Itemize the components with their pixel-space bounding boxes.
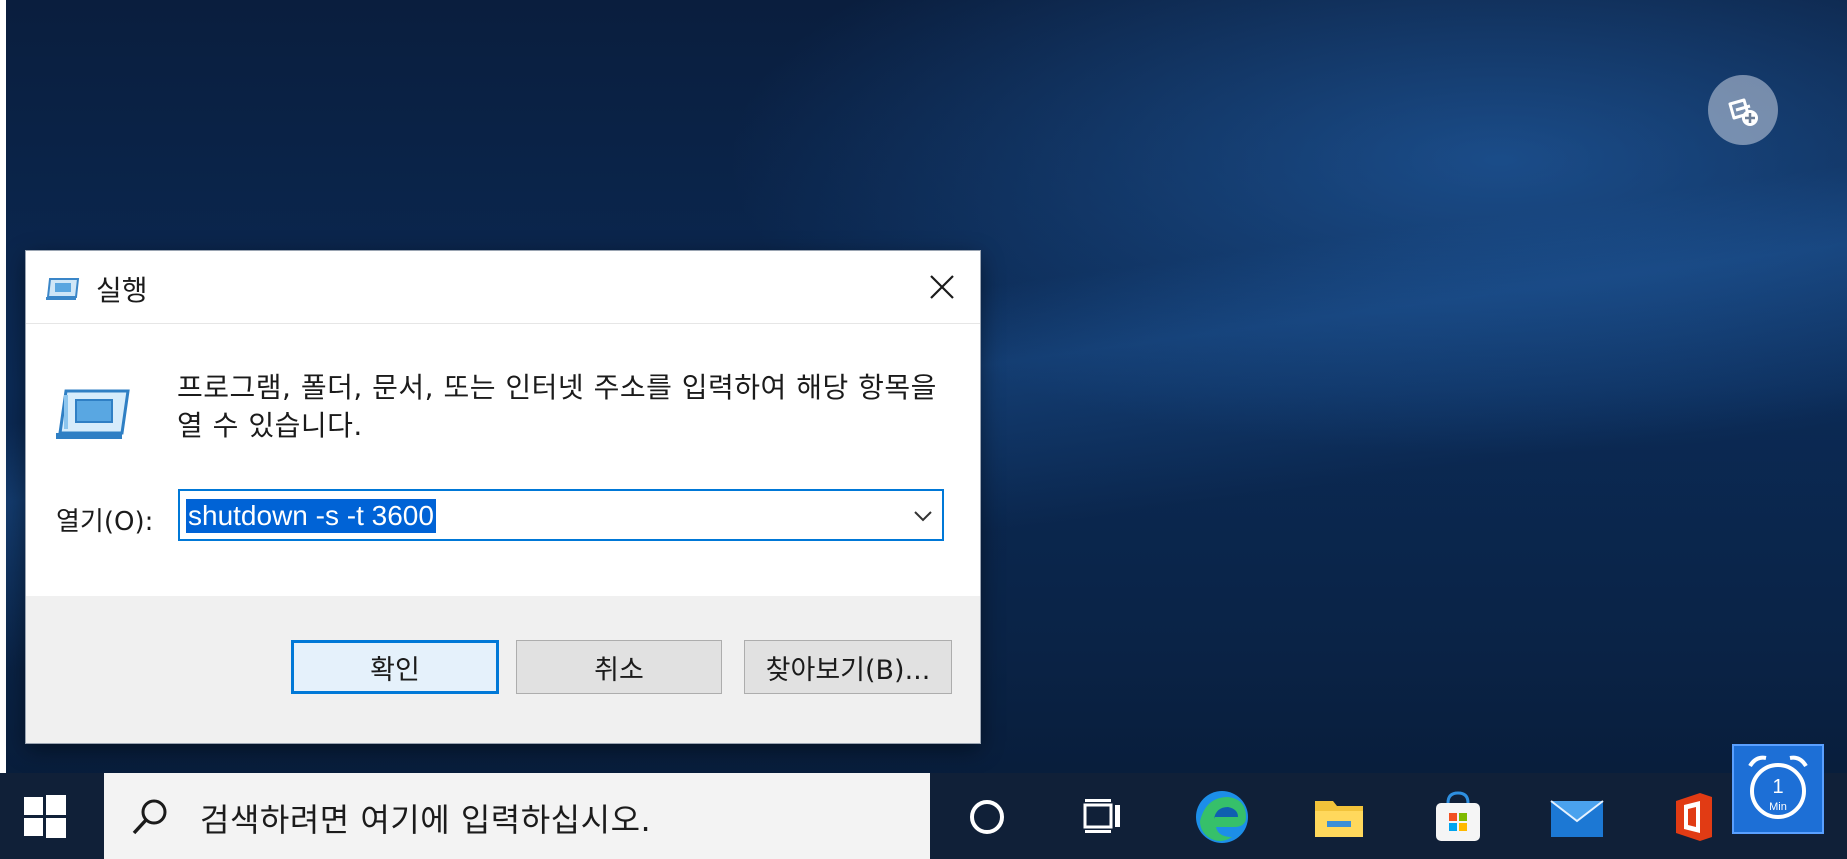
timer-number: 1	[1772, 776, 1784, 798]
run-large-icon	[56, 389, 130, 439]
dialog-title: 실행	[96, 274, 148, 307]
run-dialog: 실행 프로그램, 폴더, 문서, 또는 인터넷 주소를 입력하여 해당 항목을 …	[26, 251, 980, 743]
search-placeholder: 검색하려면 여기에 입력하십시오.	[200, 801, 652, 839]
chevron-down-icon[interactable]	[912, 505, 934, 527]
timer-unit: Min	[1769, 801, 1787, 813]
store-icon[interactable]	[1428, 787, 1488, 847]
cloud-copy-icon	[1728, 98, 1758, 126]
ok-button[interactable]: 확인	[291, 640, 499, 694]
dialog-titlebar: 실행	[26, 251, 980, 324]
open-input-value[interactable]: shutdown -s -t 3600	[186, 499, 436, 533]
dialog-description: 프로그램, 폴더, 문서, 또는 인터넷 주소를 입력하여 해당 항목을 열 수…	[177, 371, 937, 442]
timer-widget[interactable]: 1 Min	[1732, 744, 1824, 834]
cloud-add-widget[interactable]	[1708, 75, 1778, 145]
left-edge-strip	[0, 0, 6, 859]
edge-icon[interactable]	[1192, 787, 1252, 847]
windows-start-icon[interactable]	[22, 793, 68, 839]
task-view-icon[interactable]	[1073, 787, 1133, 847]
browse-button[interactable]: 찾아보기(B)...	[744, 640, 952, 694]
open-label: 열기(O):	[56, 507, 154, 537]
mail-icon[interactable]	[1547, 787, 1607, 847]
search-icon	[132, 799, 167, 835]
close-icon	[930, 275, 954, 299]
run-app-icon	[46, 278, 80, 300]
cortana-icon[interactable]	[957, 787, 1017, 847]
open-combobox[interactable]: shutdown -s -t 3600	[178, 489, 944, 541]
taskbar-search-box[interactable]: 검색하려면 여기에 입력하십시오.	[104, 773, 930, 859]
office-icon[interactable]	[1662, 787, 1722, 847]
close-button[interactable]	[922, 267, 962, 307]
file-explorer-icon[interactable]	[1309, 787, 1369, 847]
cancel-button[interactable]: 취소	[516, 640, 722, 694]
taskbar: 검색하려면 여기에 입력하십시오.	[0, 773, 1847, 859]
